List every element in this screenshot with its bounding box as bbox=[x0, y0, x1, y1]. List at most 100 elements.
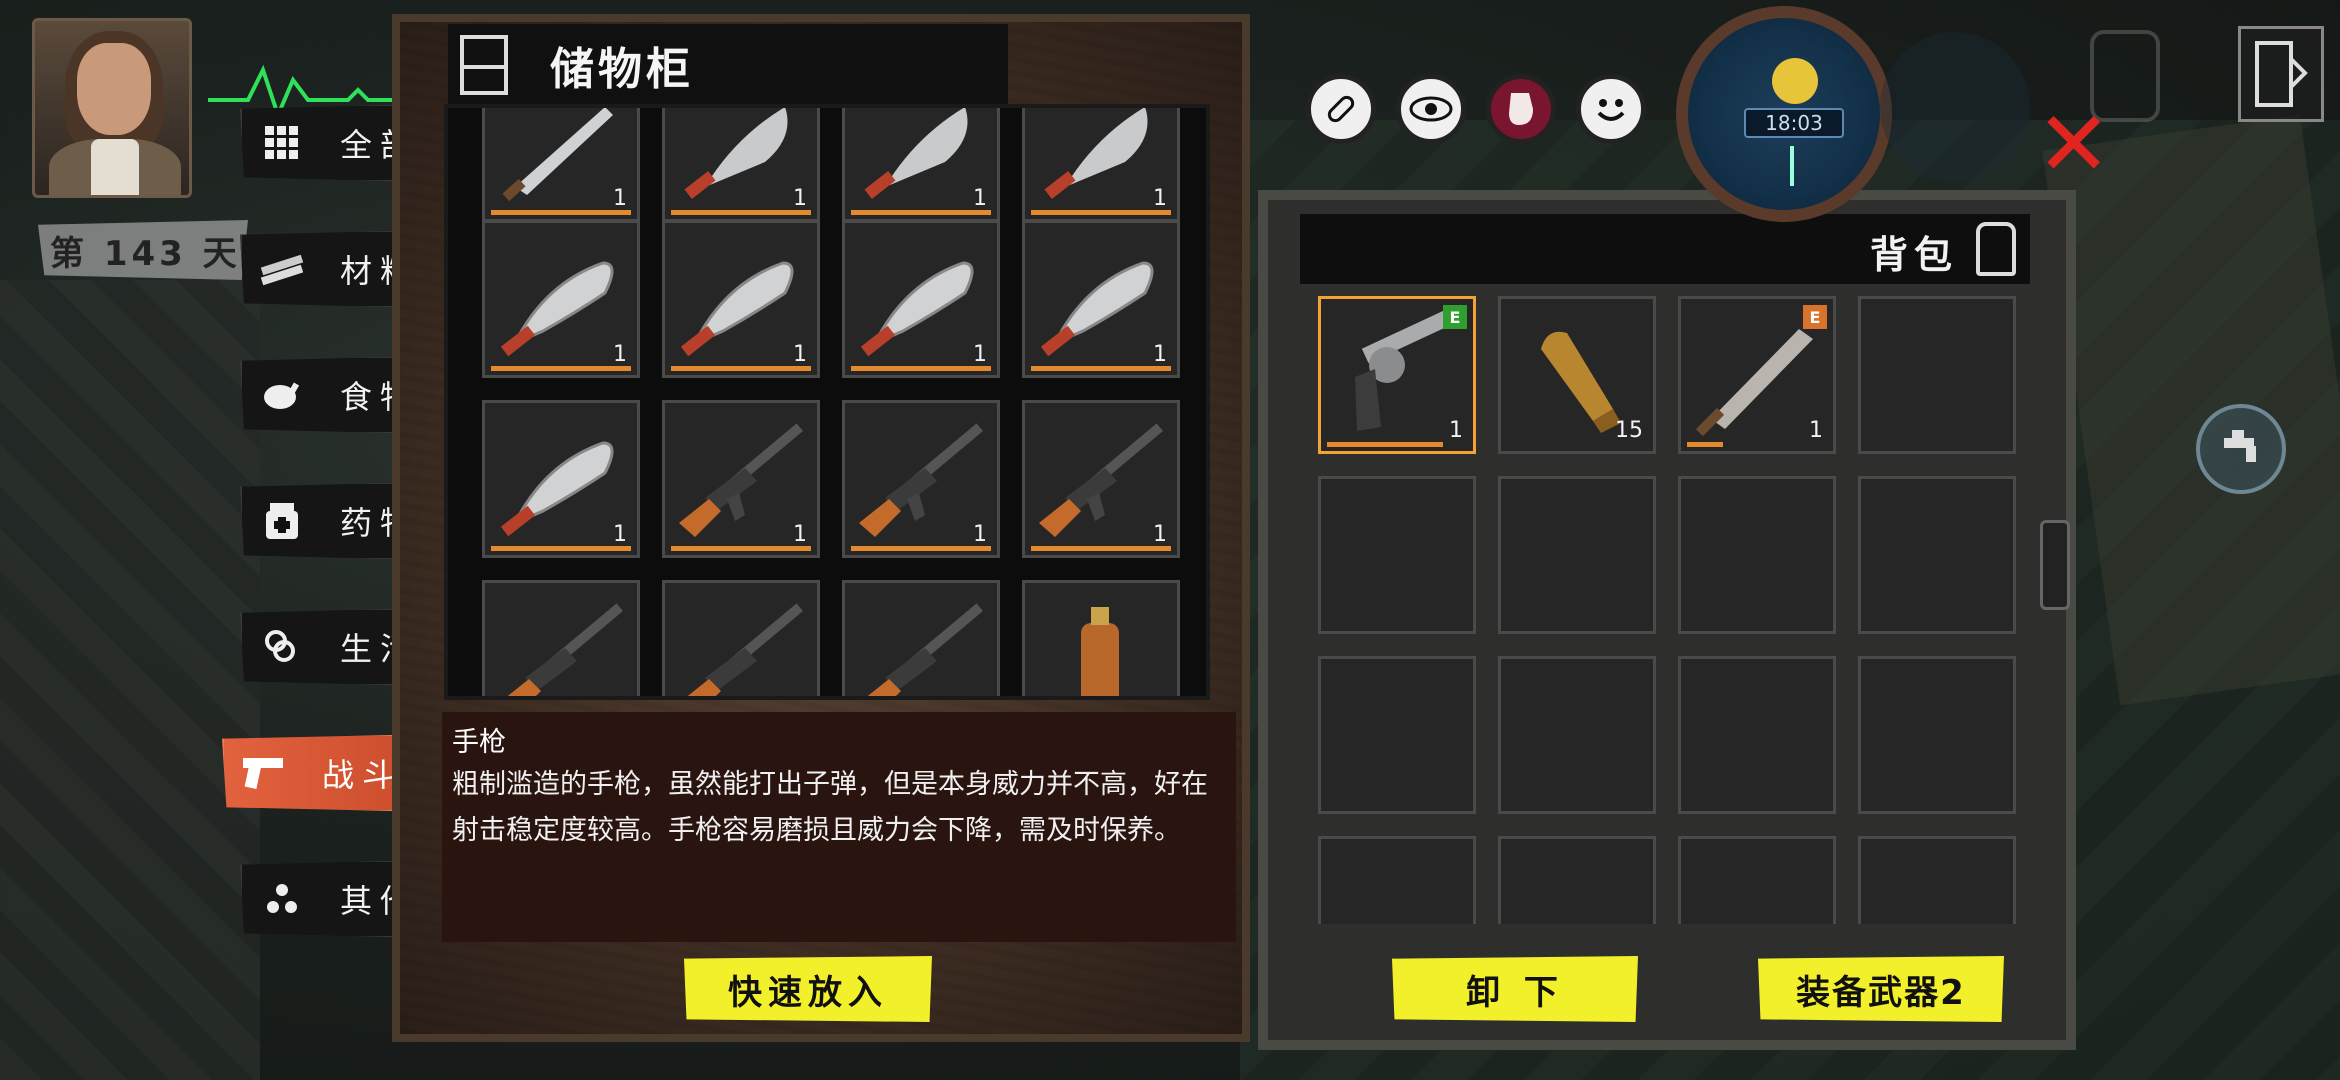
backpack-slot[interactable] bbox=[1678, 656, 1836, 814]
storage-grid[interactable]: 1 1 1 1 1 1 1 1 1 1 1 1 bbox=[444, 104, 1210, 700]
durability-bar bbox=[1031, 366, 1171, 371]
cabinet-icon bbox=[460, 35, 508, 95]
durability-bar bbox=[851, 546, 991, 551]
eye-status-icon[interactable] bbox=[1396, 74, 1466, 144]
chicken-icon bbox=[252, 365, 312, 425]
storage-slot[interactable]: 1 bbox=[842, 108, 1000, 222]
item-quantity: 1 bbox=[793, 522, 807, 547]
backpack-slot[interactable] bbox=[1858, 836, 2016, 924]
storage-slot[interactable]: 1 bbox=[1022, 400, 1180, 558]
dots-icon bbox=[252, 869, 312, 929]
backpack-slot[interactable] bbox=[1678, 476, 1836, 634]
backpack-title: 背包 bbox=[1869, 233, 1958, 277]
backpack-slot[interactable]: E 1 bbox=[1318, 296, 1476, 454]
storage-slot[interactable]: 1 bbox=[662, 108, 820, 222]
background-crates bbox=[0, 280, 260, 1080]
backpack-icon bbox=[1976, 222, 2016, 276]
item-quantity: 1 bbox=[1449, 418, 1463, 443]
backpack-slot[interactable] bbox=[1318, 836, 1476, 924]
ak-rifle-icon bbox=[867, 603, 983, 696]
backpack-slot[interactable] bbox=[1858, 476, 2016, 634]
storage-slot[interactable]: 1 bbox=[662, 220, 820, 378]
planks-icon bbox=[252, 239, 312, 299]
item-description: 手枪 粗制滥造的手枪，虽然能打出子弹，但是本身威力并不高，好在射击稳定度较高。手… bbox=[442, 712, 1236, 942]
durability-bar bbox=[851, 210, 991, 215]
item-quantity: 1 bbox=[793, 186, 807, 211]
durability-bar bbox=[491, 210, 631, 215]
quick-put-button[interactable]: 快速放入 bbox=[684, 956, 932, 1022]
item-quantity: 1 bbox=[1809, 418, 1823, 443]
item-quantity: 1 bbox=[793, 342, 807, 367]
backpack-slot[interactable] bbox=[1678, 836, 1836, 924]
backpack-slot[interactable] bbox=[1858, 296, 2016, 454]
backpack-slot[interactable]: E 1 bbox=[1678, 296, 1836, 454]
clock-hand bbox=[1790, 146, 1794, 186]
backpack-slot[interactable] bbox=[1498, 476, 1656, 634]
backpack-header: 背包 bbox=[1300, 214, 2030, 284]
backpack-slot[interactable] bbox=[1318, 656, 1476, 814]
equipped-tag: E bbox=[1443, 305, 1467, 329]
exit-door-icon[interactable] bbox=[2238, 26, 2324, 122]
durability-bar bbox=[671, 546, 811, 551]
grid-icon bbox=[252, 113, 312, 173]
storage-slot[interactable]: 1 bbox=[482, 400, 640, 558]
pistol-icon bbox=[234, 743, 294, 803]
gas-canister-icon bbox=[1081, 607, 1119, 696]
item-quantity: 1 bbox=[1153, 186, 1167, 211]
storage-slot[interactable]: 1 bbox=[842, 400, 1000, 558]
backpack-slot[interactable] bbox=[1858, 656, 2016, 814]
zipper-handle[interactable] bbox=[2040, 520, 2070, 610]
storage-slot[interactable] bbox=[662, 580, 820, 696]
item-quantity: 1 bbox=[1153, 522, 1167, 547]
backpack-slot[interactable] bbox=[1498, 656, 1656, 814]
storage-slot[interactable]: 1 bbox=[1022, 220, 1180, 378]
close-icon[interactable]: ✕ bbox=[2036, 100, 2111, 190]
clock-time: 18:03 bbox=[1744, 108, 1844, 138]
faucet-icon[interactable] bbox=[2196, 404, 2286, 494]
storage-slot[interactable]: 1 bbox=[1022, 108, 1180, 222]
backpack-grid[interactable]: E 1 15 E 1 bbox=[1312, 294, 2026, 924]
character-portrait[interactable] bbox=[32, 18, 192, 198]
day-clock: 18:03 bbox=[1676, 6, 1892, 222]
rope-icon bbox=[252, 617, 312, 677]
stomach-status-icon[interactable] bbox=[1486, 74, 1556, 144]
storage-header: 储物柜 bbox=[448, 24, 1008, 106]
tab-label: 战斗 bbox=[322, 756, 403, 794]
mood-status-icon[interactable] bbox=[1576, 74, 1646, 144]
backpack-slot[interactable] bbox=[1498, 836, 1656, 924]
equip-weapon-2-button[interactable]: 装备武器2 bbox=[1758, 956, 2004, 1022]
storage-slot[interactable]: 1 bbox=[482, 220, 640, 378]
backpack-slot[interactable]: 15 bbox=[1498, 296, 1656, 454]
unload-button[interactable]: 卸 下 bbox=[1392, 956, 1638, 1022]
item-quantity: 15 bbox=[1615, 418, 1643, 443]
ak-rifle-icon bbox=[507, 603, 623, 696]
storage-slot[interactable]: 1 bbox=[842, 220, 1000, 378]
storage-slot[interactable]: 1 bbox=[662, 400, 820, 558]
pill-status-icon[interactable] bbox=[1306, 74, 1376, 144]
equipped-tag: E bbox=[1803, 305, 1827, 329]
storage-slot[interactable]: 1 bbox=[482, 108, 640, 222]
item-quantity: 1 bbox=[613, 342, 627, 367]
secondary-clock bbox=[1880, 32, 2030, 182]
sun-icon bbox=[1772, 58, 1818, 104]
item-quantity: 1 bbox=[613, 186, 627, 211]
item-quantity: 1 bbox=[1153, 342, 1167, 367]
storage-slot[interactable] bbox=[842, 580, 1000, 696]
durability-bar bbox=[491, 546, 631, 551]
storage-slot[interactable] bbox=[1022, 580, 1180, 696]
durability-bar bbox=[1031, 210, 1171, 215]
backpack-slot[interactable] bbox=[1318, 476, 1476, 634]
item-description-text: 粗制滥造的手枪，虽然能打出子弹，但是本身威力并不高，好在射击稳定度较高。手枪容易… bbox=[452, 769, 1208, 846]
durability-bar bbox=[1327, 442, 1443, 447]
item-quantity: 1 bbox=[613, 522, 627, 547]
durability-bar bbox=[1687, 442, 1723, 447]
storage-title: 储物柜 bbox=[550, 44, 694, 95]
item-quantity: 1 bbox=[973, 342, 987, 367]
item-name: 手枪 bbox=[452, 727, 506, 758]
storage-slot[interactable] bbox=[482, 580, 640, 696]
durability-bar bbox=[671, 366, 811, 371]
durability-bar bbox=[851, 366, 991, 371]
item-quantity: 1 bbox=[973, 186, 987, 211]
ak-rifle-icon bbox=[687, 603, 803, 696]
durability-bar bbox=[491, 366, 631, 371]
